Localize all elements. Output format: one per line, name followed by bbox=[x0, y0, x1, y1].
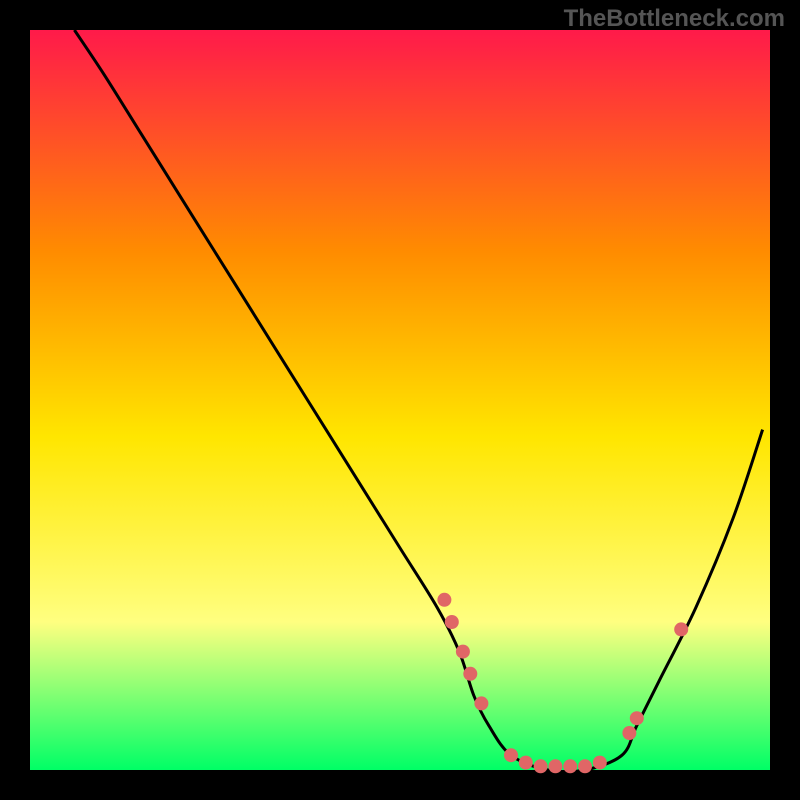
chart-container: TheBottleneck.com bbox=[0, 0, 800, 800]
watermark-text: TheBottleneck.com bbox=[564, 5, 785, 33]
data-marker bbox=[548, 759, 562, 773]
data-marker bbox=[437, 593, 451, 607]
data-marker bbox=[534, 759, 548, 773]
plot-area bbox=[30, 30, 770, 770]
data-marker bbox=[622, 726, 636, 740]
data-marker bbox=[593, 756, 607, 770]
data-marker bbox=[504, 748, 518, 762]
data-marker bbox=[456, 645, 470, 659]
data-marker bbox=[674, 622, 688, 636]
data-marker bbox=[474, 696, 488, 710]
data-marker bbox=[463, 667, 477, 681]
data-marker bbox=[445, 615, 459, 629]
data-marker bbox=[563, 759, 577, 773]
data-marker bbox=[578, 759, 592, 773]
bottleneck-chart bbox=[0, 0, 800, 800]
data-marker bbox=[630, 711, 644, 725]
data-marker bbox=[519, 756, 533, 770]
